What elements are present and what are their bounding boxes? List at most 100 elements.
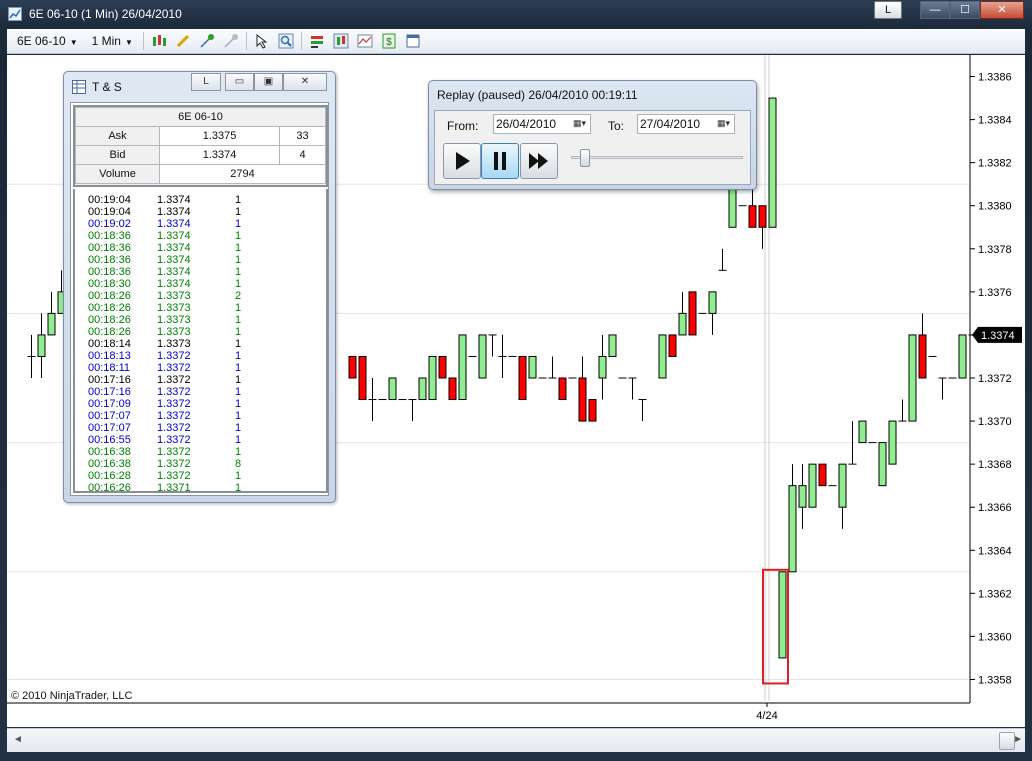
trade-size: 1 [235, 374, 242, 386]
replay-window[interactable]: Replay (paused) 26/04/2010 00:19:11 From… [428, 80, 757, 190]
window-icon[interactable] [404, 32, 422, 50]
volume-label: Volume [75, 164, 160, 184]
trade-price: 1.3372 [157, 398, 191, 410]
trade-time: 00:16:55 [88, 434, 131, 446]
play-button[interactable] [443, 143, 481, 179]
trade-size: 1 [235, 410, 242, 422]
title-bar[interactable]: 6E 06-10 (1 Min) 26/04/2010 L — ☐ ✕ [0, 0, 1032, 28]
from-date-value: 26/04/2010 [496, 117, 557, 131]
fast-forward-button[interactable] [520, 143, 558, 179]
trade-row: 00:16:38 1.3372 1 [75, 446, 326, 458]
trade-time: 00:17:07 [88, 422, 131, 434]
calendar-icon[interactable]: ▦▾ [717, 118, 730, 129]
trade-size: 1 [235, 218, 242, 230]
candle-up [768, 97, 777, 228]
trade-price: 1.3372 [157, 350, 191, 362]
pencil-icon[interactable] [174, 32, 192, 50]
trade-time: 00:18:36 [88, 254, 131, 266]
trade-size: 1 [235, 254, 242, 266]
trade-time: 00:19:02 [88, 218, 131, 230]
trade-row: 00:18:13 1.3372 1 [75, 350, 326, 362]
from-label: From: [447, 119, 479, 133]
to-date-picker[interactable]: 27/04/2010 ▦▾ [637, 114, 735, 134]
pause-button[interactable] [481, 143, 519, 179]
time-and-sales-window[interactable]: T & S L ▭ ▣ ✕ 6E 06-10 Ask 1.3375 33 Bid 1.… [63, 71, 336, 503]
trades-list[interactable]: 00:19:04 1.3374 1 00:19:04 1.3374 1 00:19:02 1.… [73, 189, 328, 494]
trade-price: 1.3373 [157, 302, 191, 314]
toolbar-divider [142, 32, 144, 50]
trade-size: 1 [235, 302, 242, 314]
replay-speed-track[interactable] [571, 156, 743, 159]
candle-up [478, 334, 487, 379]
candle-up [798, 485, 807, 508]
strategy-icon[interactable] [356, 32, 374, 50]
horizontal-scrollbar[interactable]: ◄ ► [7, 728, 1025, 752]
bar-style-icon[interactable] [150, 32, 168, 50]
trade-row: 00:18:26 1.3373 1 [75, 302, 326, 314]
interval-selector[interactable]: 1 Min ▼ [88, 34, 137, 48]
trade-price: 1.3372 [157, 362, 191, 374]
price-tick-label: 1.3362 [978, 588, 1012, 600]
trade-time: 00:18:26 [88, 314, 131, 326]
trade-price: 1.3372 [157, 470, 191, 482]
candle-up [888, 420, 897, 465]
trade-time: 00:17:16 [88, 374, 131, 386]
draw-tool-disabled-icon[interactable] [222, 32, 240, 50]
candle-up [608, 334, 617, 357]
scroll-left-icon[interactable]: ◄ [13, 734, 23, 745]
to-date-value: 27/04/2010 [640, 117, 701, 131]
zoom-icon[interactable] [277, 32, 295, 50]
calendar-icon[interactable]: ▦▾ [573, 118, 586, 129]
draw-tool-icon[interactable] [198, 32, 216, 50]
instrument-selector[interactable]: 6E 06-10 ▼ [13, 34, 82, 48]
trade-price: 1.3374 [157, 266, 191, 278]
candle-down [668, 334, 677, 357]
candle-up [728, 183, 737, 228]
chart-properties-icon[interactable] [332, 32, 350, 50]
trade-time: 00:17:16 [88, 386, 131, 398]
ts-minimize-button[interactable]: ▭ [225, 73, 254, 91]
trade-size: 1 [235, 434, 242, 446]
trade-price: 1.3372 [157, 458, 191, 470]
chart-toolbar: 6E 06-10 ▼ 1 Min ▼ $ [7, 29, 1025, 54]
candle-up [908, 334, 917, 422]
candle-up [47, 312, 56, 336]
dollar-icon[interactable]: $ [380, 32, 398, 50]
trade-time: 00:16:38 [88, 446, 131, 458]
candle-down [748, 205, 757, 228]
candle-down [438, 355, 447, 379]
ask-label: Ask [75, 126, 160, 146]
trade-size: 1 [235, 422, 242, 434]
trade-price: 1.3373 [157, 290, 191, 302]
trade-size: 1 [235, 314, 242, 326]
bid-price: 1.3374 [158, 145, 281, 165]
candle-up [458, 334, 467, 401]
ts-maximize-button[interactable]: ▣ [254, 73, 283, 91]
minimize-button[interactable]: — [920, 1, 950, 19]
replay-speed-slider[interactable] [579, 149, 590, 167]
pointer-icon[interactable] [253, 32, 271, 50]
close-button[interactable]: ✕ [980, 1, 1024, 19]
trade-size: 2 [235, 290, 242, 302]
link-button[interactable]: L [874, 1, 902, 19]
trade-time: 00:18:14 [88, 338, 131, 350]
trade-price: 1.3373 [157, 314, 191, 326]
current-price-label: 1.3374 [981, 330, 1015, 342]
trade-size: 1 [235, 470, 242, 482]
data-box-icon[interactable] [308, 32, 326, 50]
ts-close-button[interactable]: ✕ [283, 73, 327, 91]
candle-down [358, 355, 367, 401]
trade-time: 00:18:36 [88, 242, 131, 254]
candle-up [788, 485, 797, 573]
from-date-picker[interactable]: 26/04/2010 ▦▾ [493, 114, 591, 134]
maximize-button[interactable]: ☐ [950, 1, 980, 19]
scrollbar-thumb[interactable] [999, 732, 1015, 750]
ts-link-button[interactable]: L [191, 73, 221, 91]
trade-row: 00:16:38 1.3372 8 [75, 458, 326, 470]
price-tick-label: 1.3364 [978, 545, 1012, 557]
trade-price: 1.3372 [157, 422, 191, 434]
trade-row: 00:18:36 1.3374 1 [75, 242, 326, 254]
trade-row: 00:18:26 1.3373 2 [75, 290, 326, 302]
candle-up [838, 463, 847, 508]
trade-size: 1 [235, 398, 242, 410]
